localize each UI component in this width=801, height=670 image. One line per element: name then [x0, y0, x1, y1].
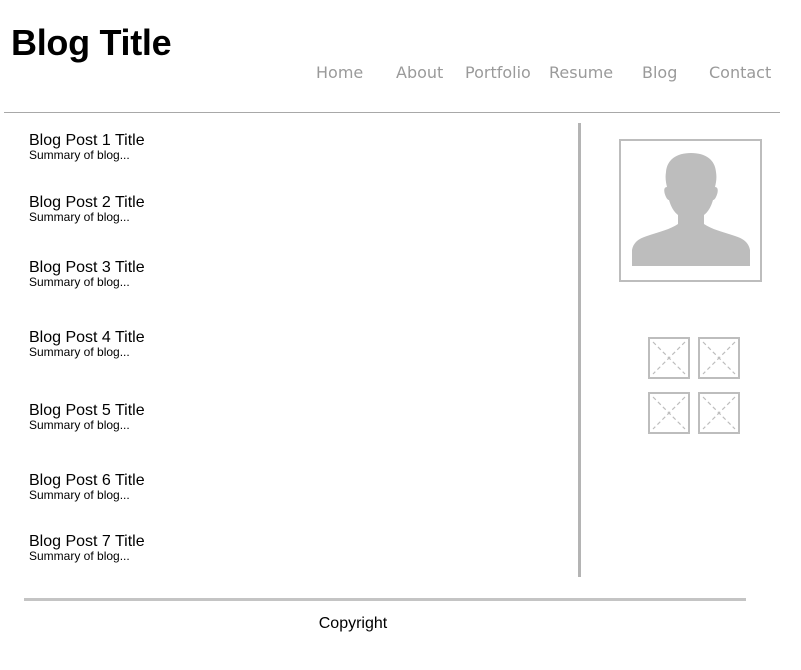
post-item-3[interactable]: Blog Post 3 Title Summary of blog...	[29, 259, 145, 288]
post-item-5[interactable]: Blog Post 5 Title Summary of blog...	[29, 402, 145, 431]
post-summary: Summary of blog...	[29, 418, 130, 432]
post-item-6[interactable]: Blog Post 6 Title Summary of blog...	[29, 472, 145, 501]
sidebar-divider	[578, 123, 581, 577]
copyright-text: Copyright	[318, 615, 388, 632]
post-item-2[interactable]: Blog Post 2 Title Summary of blog...	[29, 194, 145, 223]
post-title[interactable]: Blog Post 4 Title	[29, 329, 145, 346]
post-summary: Summary of blog...	[29, 275, 130, 289]
image-placeholder-icon	[702, 341, 736, 375]
footer-divider	[24, 598, 746, 601]
post-summary: Summary of blog...	[29, 488, 130, 502]
post-summary: Summary of blog...	[29, 210, 130, 224]
post-title[interactable]: Blog Post 7 Title	[29, 533, 145, 550]
post-item-1[interactable]: Blog Post 1 Title Summary of blog...	[29, 132, 145, 161]
gallery-thumbnail-3[interactable]	[648, 392, 690, 434]
post-title[interactable]: Blog Post 3 Title	[29, 259, 145, 276]
gallery-thumbnail-4[interactable]	[698, 392, 740, 434]
avatar	[619, 139, 762, 282]
post-list: Blog Post 1 Title Summary of blog... Blo…	[29, 0, 569, 600]
post-item-4[interactable]: Blog Post 4 Title Summary of blog...	[29, 329, 145, 358]
post-title[interactable]: Blog Post 6 Title	[29, 472, 145, 489]
post-title[interactable]: Blog Post 1 Title	[29, 132, 145, 149]
image-placeholder-icon	[702, 396, 736, 430]
gallery-thumbnail-2[interactable]	[698, 337, 740, 379]
post-summary: Summary of blog...	[29, 549, 130, 563]
person-silhouette-icon	[632, 153, 750, 266]
post-title[interactable]: Blog Post 5 Title	[29, 402, 145, 419]
post-title[interactable]: Blog Post 2 Title	[29, 194, 145, 211]
post-summary: Summary of blog...	[29, 148, 130, 162]
gallery-thumbnail-1[interactable]	[648, 337, 690, 379]
post-summary: Summary of blog...	[29, 345, 130, 359]
nav-blog-link[interactable]: Blog	[642, 60, 677, 86]
nav-contact-link[interactable]: Contact	[709, 60, 771, 86]
post-item-7[interactable]: Blog Post 7 Title Summary of blog...	[29, 533, 145, 562]
image-placeholder-icon	[652, 396, 686, 430]
image-placeholder-icon	[652, 341, 686, 375]
